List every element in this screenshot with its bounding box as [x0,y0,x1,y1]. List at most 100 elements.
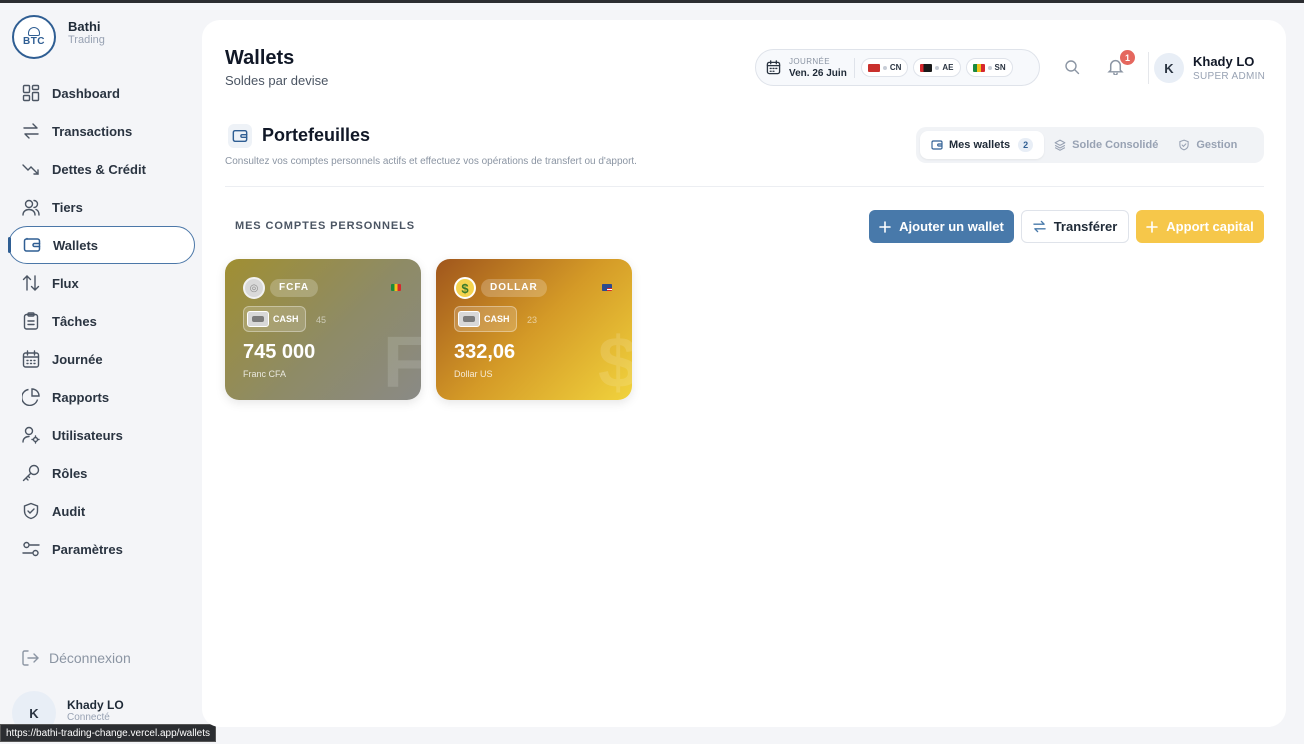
sidebar-item-label: Tiers [52,199,83,215]
user-gear-icon [21,425,41,445]
layers-icon [1054,139,1066,151]
section-title: Portefeuilles [262,125,371,145]
wallet-count: 23 [527,315,538,325]
tab-count-badge: 2 [1018,138,1034,152]
sidebar-nav: Dashboard Transactions Dettes & Crédit T… [8,74,195,568]
wallet-balance: 745 000 [243,341,316,363]
currency-badge: FCFA [270,279,319,297]
sidebar-item-dashboard[interactable]: Dashboard [8,74,195,112]
divider [853,57,855,78]
brand-subtitle: Trading [68,34,105,46]
sidebar-item-label: Journée [52,351,103,367]
button-label: Ajouter un wallet [899,219,1004,234]
tab-label: Gestion [1196,139,1238,151]
add-wallet-button[interactable]: Ajouter un wallet [869,210,1014,243]
wallet-type-badge: CASH [454,306,517,332]
link-status-bar: https://bathi-trading-change.vercel.app/… [0,724,217,742]
country-code: CN [889,63,902,72]
search-icon [1065,60,1080,75]
brand[interactable]: BTC Bathi Trading [12,15,105,59]
tab-gestion[interactable]: Gestion [1168,131,1247,159]
apport-capital-button[interactable]: Apport capital [1136,210,1264,243]
wallet-count: 45 [316,315,327,325]
flag-us-icon [602,284,612,291]
sidebar-user-name: Khady LO [67,697,124,712]
sidebar-item-label: Utilisateurs [52,427,123,443]
sidebar-item-taches[interactable]: Tâches [8,302,195,340]
tab-label: Mes wallets [949,139,1011,151]
coin-icon: $ [454,277,476,299]
wallet-card-fcfa[interactable]: F ◎ FCFA CASH 45 745 000 Franc CFA [225,259,421,400]
flag-sn-icon [391,284,401,291]
sidebar-item-tiers[interactable]: Tiers [8,188,195,226]
wallet-icon [22,235,42,255]
button-label: Transférer [1053,219,1118,234]
header-user-name[interactable]: Khady LO [1193,54,1254,69]
sidebar-item-label: Dettes & Crédit [52,161,146,177]
currency-watermark: $ [597,323,632,400]
sidebar-item-journee[interactable]: Journée [8,340,195,378]
status-dot [882,65,887,70]
pie-chart-icon [21,387,41,407]
sidebar-item-dettes-credit[interactable]: Dettes & Crédit [8,150,195,188]
sidebar-item-wallets[interactable]: Wallets [8,226,195,264]
day-date: Ven. 26 Juin [789,67,847,79]
brand-name: Bathi [68,19,101,34]
flag-sn-icon [972,63,985,72]
clipboard-icon [21,311,41,331]
button-label: Apport capital [1166,219,1254,234]
calendar-icon [766,59,782,76]
sidebar-user-status: Connecté [67,711,110,723]
sidebar-item-label: Rapports [52,389,110,405]
cash-icon [458,311,480,327]
currency-name: Dollar US [454,369,493,379]
sidebar-item-audit[interactable]: Audit [8,492,195,530]
sidebar: BTC Bathi Trading Dashboard Transactions… [0,3,202,744]
sidebar-item-transactions[interactable]: Transactions [8,112,195,150]
country-chip-ae[interactable]: AE [913,58,961,77]
shield-check-icon [21,501,41,521]
brand-logo-text: BTC [22,36,46,47]
status-dot [987,65,992,70]
plus-icon [1146,220,1159,233]
wallet-type-label: CASH [484,314,510,324]
day-selector[interactable]: JOURNÉE Ven. 26 Juin CN AE SN [755,49,1040,86]
sidebar-item-label: Flux [52,275,79,291]
key-icon [21,463,41,483]
main-panel: Wallets Soldes par devise JOURNÉE Ven. 2… [202,20,1286,727]
wallet-type-badge: CASH [243,306,306,332]
sliders-icon [21,539,41,559]
page-subtitle: Soldes par devise [225,73,329,88]
currency-watermark: F [383,323,421,400]
transfer-button[interactable]: Transférer [1021,210,1129,243]
sidebar-item-label: Wallets [53,237,99,253]
page-title: Wallets [225,47,295,69]
avatar[interactable]: K [1154,53,1184,83]
divider [1148,52,1149,84]
tab-label: Solde Consolidé [1072,139,1159,151]
wallet-card-dollar[interactable]: $ $ DOLLAR CASH 23 332,06 Dollar US [436,259,632,400]
sidebar-item-label: Dashboard [52,85,120,101]
sidebar-item-utilisateurs[interactable]: Utilisateurs [8,416,195,454]
sidebar-item-roles[interactable]: Rôles [8,454,195,492]
sidebar-item-label: Transactions [52,123,133,139]
logout-button[interactable]: Déconnexion [21,649,131,667]
logout-icon [21,649,39,667]
coin-icon: ◎ [243,277,265,299]
view-tabs: Mes wallets 2 Solde Consolidé Gestion [916,127,1264,163]
tab-mes-wallets[interactable]: Mes wallets 2 [920,131,1045,159]
sidebar-item-parametres[interactable]: Paramètres [8,530,195,568]
country-chip-sn[interactable]: SN [965,58,1013,77]
sidebar-item-rapports[interactable]: Rapports [8,378,195,416]
sidebar-item-label: Rôles [52,465,88,481]
search-button[interactable] [1064,59,1082,77]
sidebar-item-flux[interactable]: Flux [8,264,195,302]
day-label: JOURNÉE [789,56,831,66]
wallet-balance: 332,06 [454,341,516,363]
country-chip-cn[interactable]: CN [860,58,909,77]
transfer-icon [1032,220,1046,233]
brand-logo: BTC [12,15,56,59]
sidebar-item-label: Tâches [52,313,97,329]
trend-down-icon [21,159,41,179]
tab-solde-consolide[interactable]: Solde Consolidé [1044,131,1168,159]
